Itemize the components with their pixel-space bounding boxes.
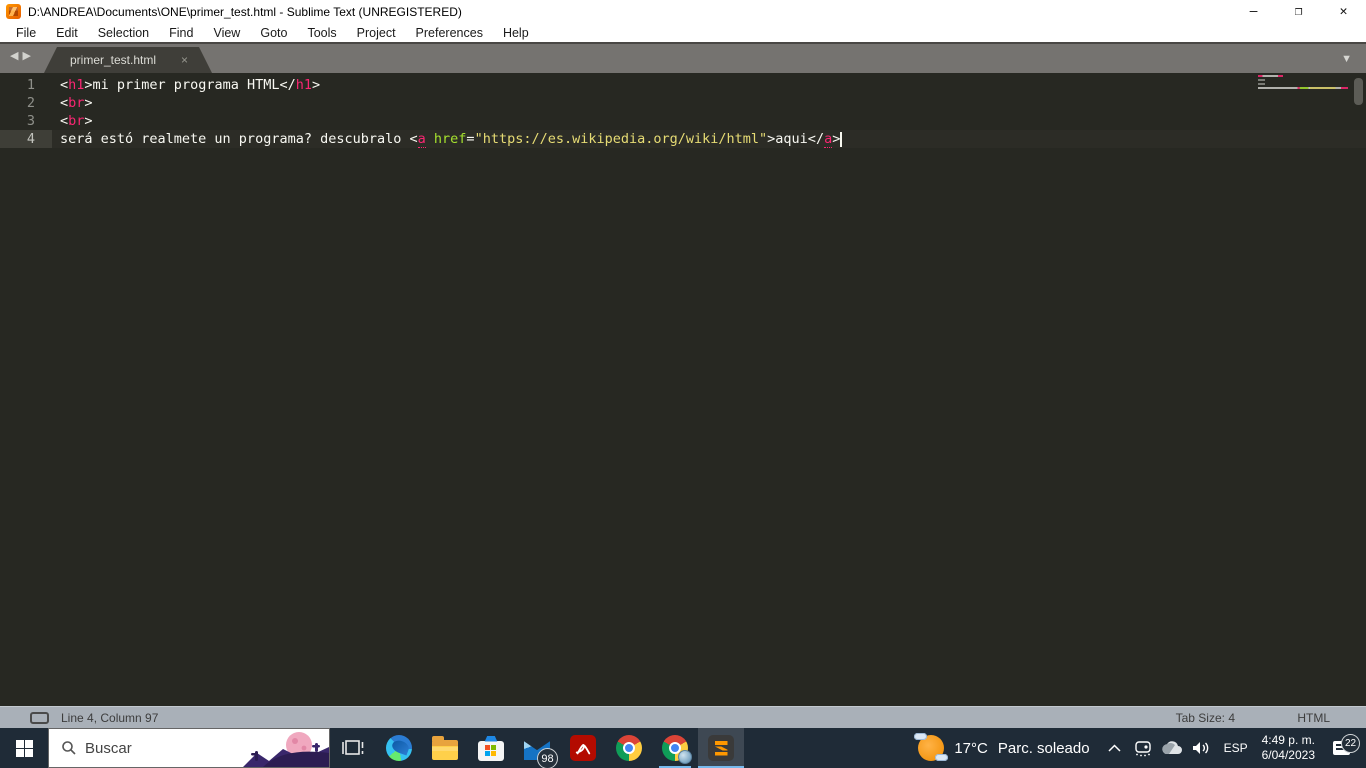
line-number: 4 [0,130,52,148]
scrollbar-thumb[interactable] [1354,78,1363,105]
cursor-position: Line 4, Column 97 [61,710,159,725]
weather-icon [914,733,949,761]
search-box[interactable]: Buscar [48,728,330,768]
code-text: será estó realmete un programa? descubra… [60,131,842,148]
menu-item-project[interactable]: Project [347,24,406,42]
acrobat-button[interactable] [560,728,606,768]
minimize-button[interactable]: – [1231,0,1276,23]
clock[interactable]: 4:49 p. m. 6/04/2023 [1256,733,1321,763]
file-explorer-button[interactable] [422,728,468,768]
code-text: <h1>mi primer programa HTML</h1> [60,77,321,93]
tab-overflow-icon[interactable]: ▼ [1341,53,1352,65]
microsoft-store-icon [478,740,504,761]
code-line-4[interactable]: 4 será estó realmete un programa? descubr… [0,130,1366,148]
sublime-taskbar-icon [708,735,734,761]
tray-expand-button[interactable] [1102,744,1127,752]
code-text: <br> [60,113,93,129]
file-explorer-icon [432,736,458,760]
restore-button[interactable]: ❐ [1276,0,1321,23]
window-controls: – ❐ ✕ [1231,0,1366,23]
weather-widget[interactable]: 17°C Parc. soleado [908,733,1099,761]
sublime-text-window: D:\ANDREA\Documents\ONE\primer_test.html… [0,0,1366,768]
onedrive-cloud-icon [1162,741,1183,754]
line-number: 1 [26,77,35,93]
onedrive-button[interactable] [1160,741,1185,755]
chrome-icon [616,735,642,761]
tray-date: 6/04/2023 [1261,748,1315,762]
search-icon [62,741,76,755]
code-line-1[interactable]: 1 <h1>mi primer programa HTML</h1> [0,76,1366,94]
menu-item-goto[interactable]: Goto [250,24,297,42]
tab-close-icon[interactable]: × [181,53,188,67]
close-button[interactable]: ✕ [1321,0,1366,23]
text-caret [840,132,842,147]
volume-button[interactable] [1189,740,1214,756]
sublime-taskbar-button[interactable] [698,728,744,768]
panel-toggle-icon[interactable] [30,711,49,724]
globe-overlay-icon [678,750,692,764]
menu-item-file[interactable]: File [6,24,46,42]
menu-item-preferences[interactable]: Preferences [406,24,493,42]
edge-button[interactable] [376,728,422,768]
camera-icon [1135,741,1151,757]
next-tab-arrow-icon[interactable]: ▶ [22,51,30,62]
syntax-indicator[interactable]: HTML [1297,711,1330,725]
tab-label: primer_test.html [70,53,157,67]
minimap[interactable] [1258,75,1350,91]
code-line-3[interactable]: 3 <br> [0,112,1366,130]
status-bar: Line 4, Column 97 Tab Size: 4 HTML [0,706,1366,728]
menu-item-help[interactable]: Help [493,24,539,42]
meet-now-button[interactable] [1131,739,1156,757]
tab-bar: ◀ ▶ primer_test.html × ▼ [0,44,1366,73]
title-bar: D:\ANDREA\Documents\ONE\primer_test.html… [0,0,1366,23]
chrome-profile-button[interactable] [652,728,698,768]
windows-taskbar: Buscar 98 17°C Parc. soleado ESP 4:49 p.… [0,728,1366,768]
tab-scroll-arrows: ◀ ▶ [10,51,31,62]
window-title: D:\ANDREA\Documents\ONE\primer_test.html… [28,4,462,19]
weather-condition: Parc. soleado [997,739,1090,757]
task-view-button[interactable] [330,728,376,768]
search-placeholder: Buscar [85,739,132,757]
chrome-profile-icon [662,735,692,764]
code-text: <br> [60,95,93,111]
search-highlight-illustration [243,732,329,767]
acrobat-icon [570,735,596,761]
tab-size-indicator[interactable]: Tab Size: 4 [1176,711,1235,725]
mail-button[interactable]: 98 [514,728,560,768]
code-editor[interactable]: 1 <h1>mi primer programa HTML</h1> 2 <br> 3 <… [0,73,1366,706]
menu-item-find[interactable]: Find [159,24,203,42]
mail-unread-badge: 98 [537,748,558,768]
menu-item-tools[interactable]: Tools [297,24,346,42]
line-number: 3 [26,113,35,129]
system-tray: 17°C Parc. soleado ESP 4:49 p. m. 6/04/2… [908,728,1366,768]
sublime-app-icon [6,4,21,19]
microsoft-store-button[interactable] [468,728,514,768]
tray-time: 4:49 p. m. [1261,733,1315,747]
prev-tab-arrow-icon[interactable]: ◀ [10,51,18,62]
edge-icon [386,735,412,761]
language-indicator[interactable]: ESP [1216,741,1256,755]
speaker-icon [1193,742,1209,754]
start-button[interactable] [0,728,48,768]
menu-item-selection[interactable]: Selection [88,24,159,42]
notification-center-button[interactable]: 22 [1321,734,1361,755]
chevron-up-icon [1108,744,1121,752]
line-number: 2 [26,95,35,111]
code-line-2[interactable]: 2 <br> [0,94,1366,112]
temperature: 17°C [954,739,988,757]
notification-badge: 22 [1341,734,1360,753]
tab-primer-test[interactable]: primer_test.html × [44,47,212,73]
menu-bar: File Edit Selection Find View Goto Tools Projec… [0,23,1366,44]
chrome-button[interactable] [606,728,652,768]
menu-item-edit[interactable]: Edit [46,24,88,42]
windows-logo-icon [15,739,33,757]
menu-item-view[interactable]: View [203,24,250,42]
task-view-icon [342,740,364,755]
